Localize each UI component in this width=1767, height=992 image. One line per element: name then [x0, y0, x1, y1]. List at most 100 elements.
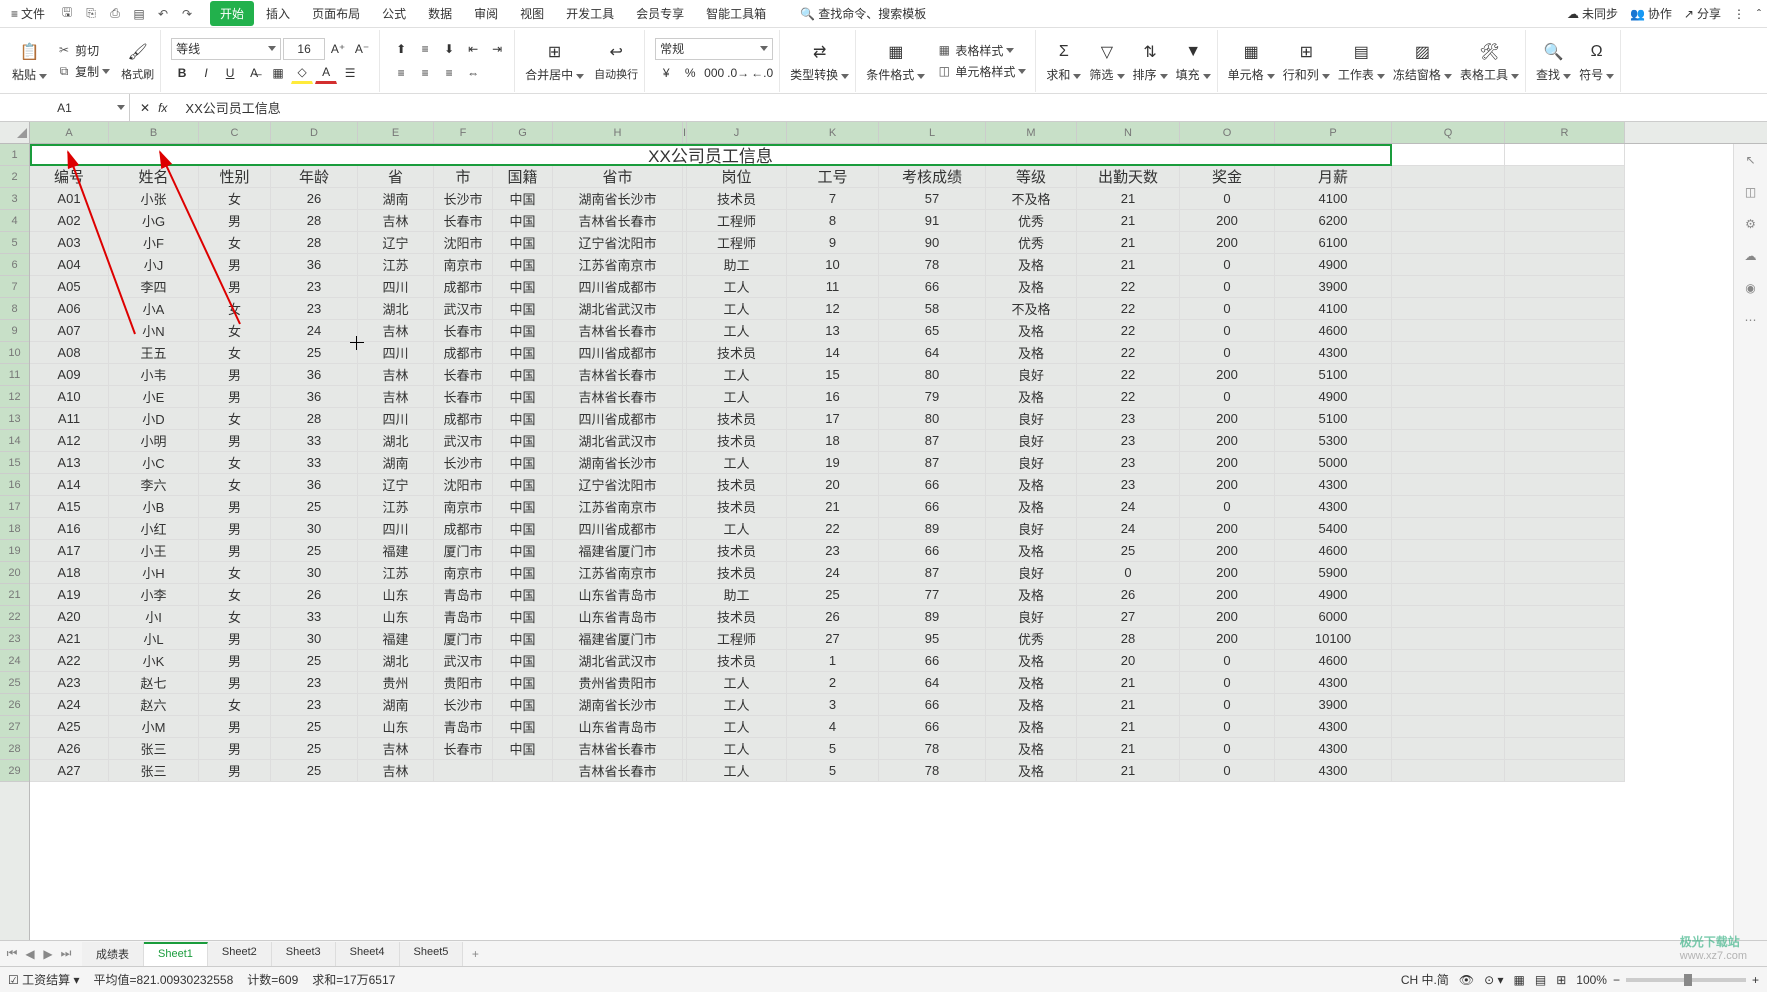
data-cell[interactable]: 长春市 [434, 738, 493, 760]
data-cell[interactable]: 中国 [493, 562, 553, 584]
data-cell[interactable]: A21 [30, 628, 109, 650]
style-panel-icon[interactable]: ◫ [1741, 182, 1761, 202]
data-cell[interactable]: A23 [30, 672, 109, 694]
data-cell[interactable]: 成都市 [434, 518, 493, 540]
data-cell[interactable]: 89 [879, 606, 986, 628]
data-cell[interactable]: 80 [879, 408, 986, 430]
data-cell[interactable]: 及格 [986, 540, 1077, 562]
bold-button[interactable]: B [171, 62, 193, 84]
row-header-9[interactable]: 9 [0, 320, 29, 342]
data-cell[interactable]: 9 [787, 232, 879, 254]
data-cell[interactable]: 江苏省南京市 [553, 562, 683, 584]
data-cell[interactable]: 66 [879, 276, 986, 298]
data-cell[interactable]: 女 [199, 342, 271, 364]
data-cell[interactable]: 中国 [493, 738, 553, 760]
data-cell[interactable]: 技术员 [687, 540, 787, 562]
data-cell[interactable]: 中国 [493, 518, 553, 540]
data-cell[interactable]: 女 [199, 584, 271, 606]
data-cell[interactable]: 女 [199, 408, 271, 430]
phonetic-button[interactable]: ☰ [339, 62, 361, 84]
row-header-7[interactable]: 7 [0, 276, 29, 298]
data-cell[interactable]: 中国 [493, 628, 553, 650]
data-cell[interactable]: 26 [1077, 584, 1180, 606]
data-cell[interactable]: 山东 [358, 584, 434, 606]
data-cell[interactable]: 四川省成都市 [553, 342, 683, 364]
data-cell[interactable]: 25 [271, 760, 358, 782]
data-cell[interactable]: 22 [787, 518, 879, 540]
data-cell[interactable]: 66 [879, 650, 986, 672]
data-cell[interactable]: 25 [1077, 540, 1180, 562]
data-cell[interactable]: 20 [1077, 650, 1180, 672]
data-cell[interactable]: 吉林 [358, 738, 434, 760]
sheet-tab-成绩表[interactable]: 成绩表 [82, 942, 144, 966]
redo-icon[interactable]: ↷ [178, 5, 196, 23]
data-cell[interactable]: 小李 [109, 584, 199, 606]
ime-indicator[interactable]: CH 中.简 [1401, 971, 1449, 988]
data-cell[interactable]: 0 [1180, 738, 1275, 760]
data-cell[interactable]: 中国 [493, 364, 553, 386]
col-header-J[interactable]: J [687, 122, 787, 143]
comma-icon[interactable]: 000 [703, 62, 725, 84]
header-cell[interactable]: 省市 [553, 166, 683, 188]
data-cell[interactable]: 及格 [986, 254, 1077, 276]
data-cell[interactable]: 工人 [687, 298, 787, 320]
data-cell[interactable]: 助工 [687, 584, 787, 606]
data-cell[interactable]: 男 [199, 540, 271, 562]
data-cell[interactable]: A04 [30, 254, 109, 276]
data-cell[interactable]: 13 [787, 320, 879, 342]
data-cell[interactable]: 36 [271, 254, 358, 276]
data-cell[interactable]: 小韦 [109, 364, 199, 386]
data-cell[interactable]: 25 [271, 540, 358, 562]
data-cell[interactable]: 王五 [109, 342, 199, 364]
data-cell[interactable]: 200 [1180, 474, 1275, 496]
data-cell[interactable]: 男 [199, 760, 271, 782]
data-cell[interactable]: 5100 [1275, 408, 1392, 430]
data-cell[interactable]: 23 [271, 298, 358, 320]
data-cell[interactable]: 四川 [358, 342, 434, 364]
data-cell[interactable]: 贵州 [358, 672, 434, 694]
data-cell[interactable]: 及格 [986, 672, 1077, 694]
data-cell[interactable]: 小张 [109, 188, 199, 210]
data-cell[interactable]: 女 [199, 562, 271, 584]
data-cell[interactable]: 男 [199, 254, 271, 276]
data-cell[interactable]: 小E [109, 386, 199, 408]
data-cell[interactable]: 12 [787, 298, 879, 320]
data-cell[interactable]: 36 [271, 364, 358, 386]
data-cell[interactable]: 成都市 [434, 408, 493, 430]
data-cell[interactable]: 24 [787, 562, 879, 584]
fx-icon[interactable]: fx [158, 101, 167, 115]
data-cell[interactable]: 吉林省长春市 [553, 320, 683, 342]
data-cell[interactable]: 5100 [1275, 364, 1392, 386]
caret-icon[interactable]: ˆ [1757, 7, 1761, 21]
data-cell[interactable]: 辽宁 [358, 474, 434, 496]
data-cell[interactable]: 福建省厦门市 [553, 540, 683, 562]
row-header-20[interactable]: 20 [0, 562, 29, 584]
row-header-26[interactable]: 26 [0, 694, 29, 716]
data-cell[interactable]: 0 [1180, 650, 1275, 672]
data-cell[interactable]: 中国 [493, 232, 553, 254]
data-cell[interactable]: 江苏省南京市 [553, 254, 683, 276]
data-cell[interactable]: 长春市 [434, 386, 493, 408]
data-cell[interactable]: A01 [30, 188, 109, 210]
data-cell[interactable]: A18 [30, 562, 109, 584]
data-cell[interactable]: 22 [1077, 342, 1180, 364]
name-box[interactable] [0, 94, 130, 121]
data-cell[interactable]: 3 [787, 694, 879, 716]
data-cell[interactable]: 0 [1180, 496, 1275, 518]
data-cell[interactable]: 工人 [687, 518, 787, 540]
data-cell[interactable]: 6200 [1275, 210, 1392, 232]
data-cell[interactable]: 及格 [986, 496, 1077, 518]
data-cell[interactable]: 21 [1077, 210, 1180, 232]
data-cell[interactable]: 24 [1077, 518, 1180, 540]
data-cell[interactable]: 长春市 [434, 364, 493, 386]
data-cell[interactable]: 25 [271, 496, 358, 518]
align-left-icon[interactable]: ≡ [390, 62, 412, 84]
data-cell[interactable]: 青岛市 [434, 584, 493, 606]
row-header-19[interactable]: 19 [0, 540, 29, 562]
data-cell[interactable]: 65 [879, 320, 986, 342]
data-cell[interactable]: 良好 [986, 430, 1077, 452]
data-cell[interactable]: 及格 [986, 760, 1077, 782]
sheet-next-icon[interactable]: ▶ [40, 946, 56, 962]
data-cell[interactable]: 四川 [358, 408, 434, 430]
data-cell[interactable]: 87 [879, 430, 986, 452]
